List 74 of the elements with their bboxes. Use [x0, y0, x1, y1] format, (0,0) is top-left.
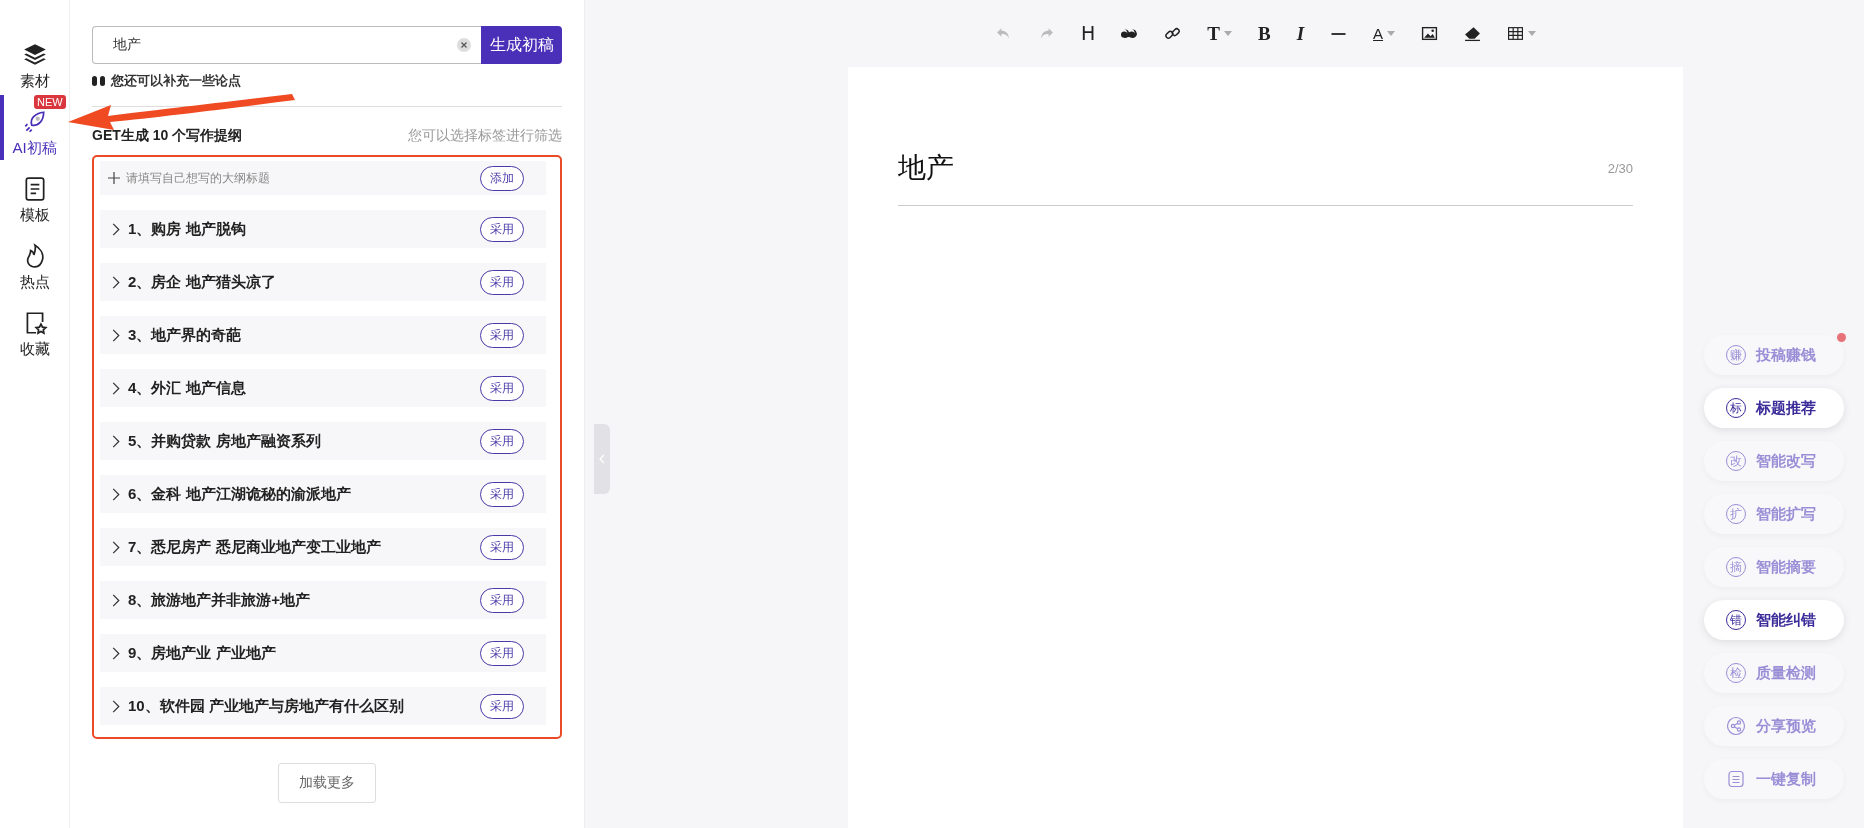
adopt-button[interactable]: 采用 [480, 375, 524, 401]
outline-title: 6、金科 地产江湖诡秘的渝派地产 [128, 484, 352, 504]
chevron-icon [112, 434, 120, 448]
toolbar-button[interactable]: T [1203, 21, 1236, 46]
load-more-button[interactable]: 加载更多 [278, 763, 376, 803]
sidebar-item[interactable]: 素材 [0, 28, 65, 93]
adopt-button[interactable]: 采用 [480, 640, 524, 666]
adopt-button[interactable]: 采用 [480, 269, 524, 295]
format-glyph: A [1373, 26, 1384, 41]
adopt-button[interactable]: 采用 [480, 481, 524, 507]
section-heading: GET生成 10 个写作提纲 [92, 127, 243, 145]
outline-title: 2、房企 地产猎头凉了 [128, 272, 277, 292]
search-field[interactable]: 地产 [92, 26, 481, 64]
outline-item[interactable]: 4、外汇 地产信息 采用 [100, 369, 546, 407]
character-counter: 2/30 [1607, 160, 1633, 176]
chevron-icon [112, 487, 120, 501]
chevron-icon [112, 646, 120, 660]
outline-item[interactable]: 5、并购贷款 房地产融资系列 采用 [100, 422, 546, 460]
outline-title: 7、悉尼房产 悉尼商业地产变工业地产 [128, 537, 382, 557]
adopt-button[interactable]: 采用 [480, 216, 524, 242]
new-badge: NEW [34, 95, 66, 109]
table-icon [1507, 25, 1525, 42]
document-title[interactable]: 地产 [898, 149, 954, 187]
outline-item[interactable]: 10、软件园 产业地产与房地产有什么区别 采用 [100, 687, 546, 725]
chevron-icon [112, 381, 120, 395]
outline-item[interactable]: 2、房企 地产猎头凉了 采用 [100, 263, 546, 301]
outline-title: 4、外汇 地产信息 [128, 378, 247, 398]
document-icon [1726, 769, 1746, 789]
outline-title: 10、软件园 产业地产与房地产有什么区别 [128, 696, 405, 716]
adopt-button[interactable]: 采用 [480, 693, 524, 719]
sidebar-item[interactable]: NEW AI初稿 [0, 95, 65, 160]
chevron-icon [112, 699, 120, 713]
chevron-icon [112, 222, 120, 236]
format-glyph: I [1296, 24, 1305, 43]
chevron-icon [112, 540, 120, 554]
horizontal-rule-icon [1330, 32, 1348, 35]
plus-icon [108, 172, 120, 184]
outline-title: 1、购房 地产脱钩 [128, 219, 247, 239]
generate-button[interactable]: 生成初稿 [481, 26, 562, 64]
chevron-icon [112, 275, 120, 289]
eraser-icon [1464, 25, 1482, 42]
assistant-button[interactable]: 错 智能纠错 [1704, 600, 1844, 640]
link-icon [1164, 25, 1182, 42]
format-glyph: T [1207, 24, 1220, 43]
adopt-button[interactable]: 采用 [480, 587, 524, 613]
outline-item[interactable]: 1、购房 地产脱钩 采用 [100, 210, 546, 248]
toolbar-button[interactable]: A [1369, 21, 1400, 46]
sidebar-item[interactable]: 热点 [0, 229, 65, 294]
outline-item[interactable]: 9、房地产业 产业地产 采用 [100, 634, 546, 672]
add-outline-field[interactable]: 请填写自己想写的大纲标题 [100, 161, 466, 195]
outline-title: 3、地产界的奇葩 [128, 325, 243, 345]
clear-icon[interactable] [457, 38, 471, 52]
chevron-icon [112, 593, 120, 607]
assistant-button[interactable]: 标 标题推荐 [1704, 388, 1844, 428]
adopt-button[interactable]: 采用 [480, 534, 524, 560]
chevron-icon [112, 328, 120, 342]
adopt-button[interactable]: 采用 [480, 322, 524, 348]
toolbar-button[interactable]: I [1292, 21, 1309, 46]
collapse-handle[interactable] [594, 424, 610, 494]
sidebar-item[interactable]: 模板 [0, 162, 65, 227]
outline-title: 8、旅游地产并非旅游+地产 [128, 590, 312, 610]
outline-item[interactable]: 3、地产界的奇葩 采用 [100, 316, 546, 354]
dots-icon [92, 76, 106, 86]
outline-title: 5、并购贷款 房地产融资系列 [128, 431, 322, 451]
outline-item[interactable]: 8、旅游地产并非旅游+地产 采用 [100, 581, 546, 619]
adopt-button[interactable]: 采用 [480, 428, 524, 454]
outline-title: 9、房地产业 产业地产 [128, 643, 277, 663]
hint-text: 您还可以补充一些论点 [111, 72, 241, 90]
outline-item[interactable]: 7、悉尼房产 悉尼商业地产变工业地产 采用 [100, 528, 546, 566]
filter-hint: 您可以选择标签进行筛选 [408, 127, 562, 145]
outline-item[interactable]: 6、金科 地产江湖诡秘的渝派地产 采用 [100, 475, 546, 513]
image-icon [1421, 25, 1439, 42]
sidebar-item[interactable]: 收藏 [0, 296, 65, 361]
share-icon [1726, 716, 1746, 736]
